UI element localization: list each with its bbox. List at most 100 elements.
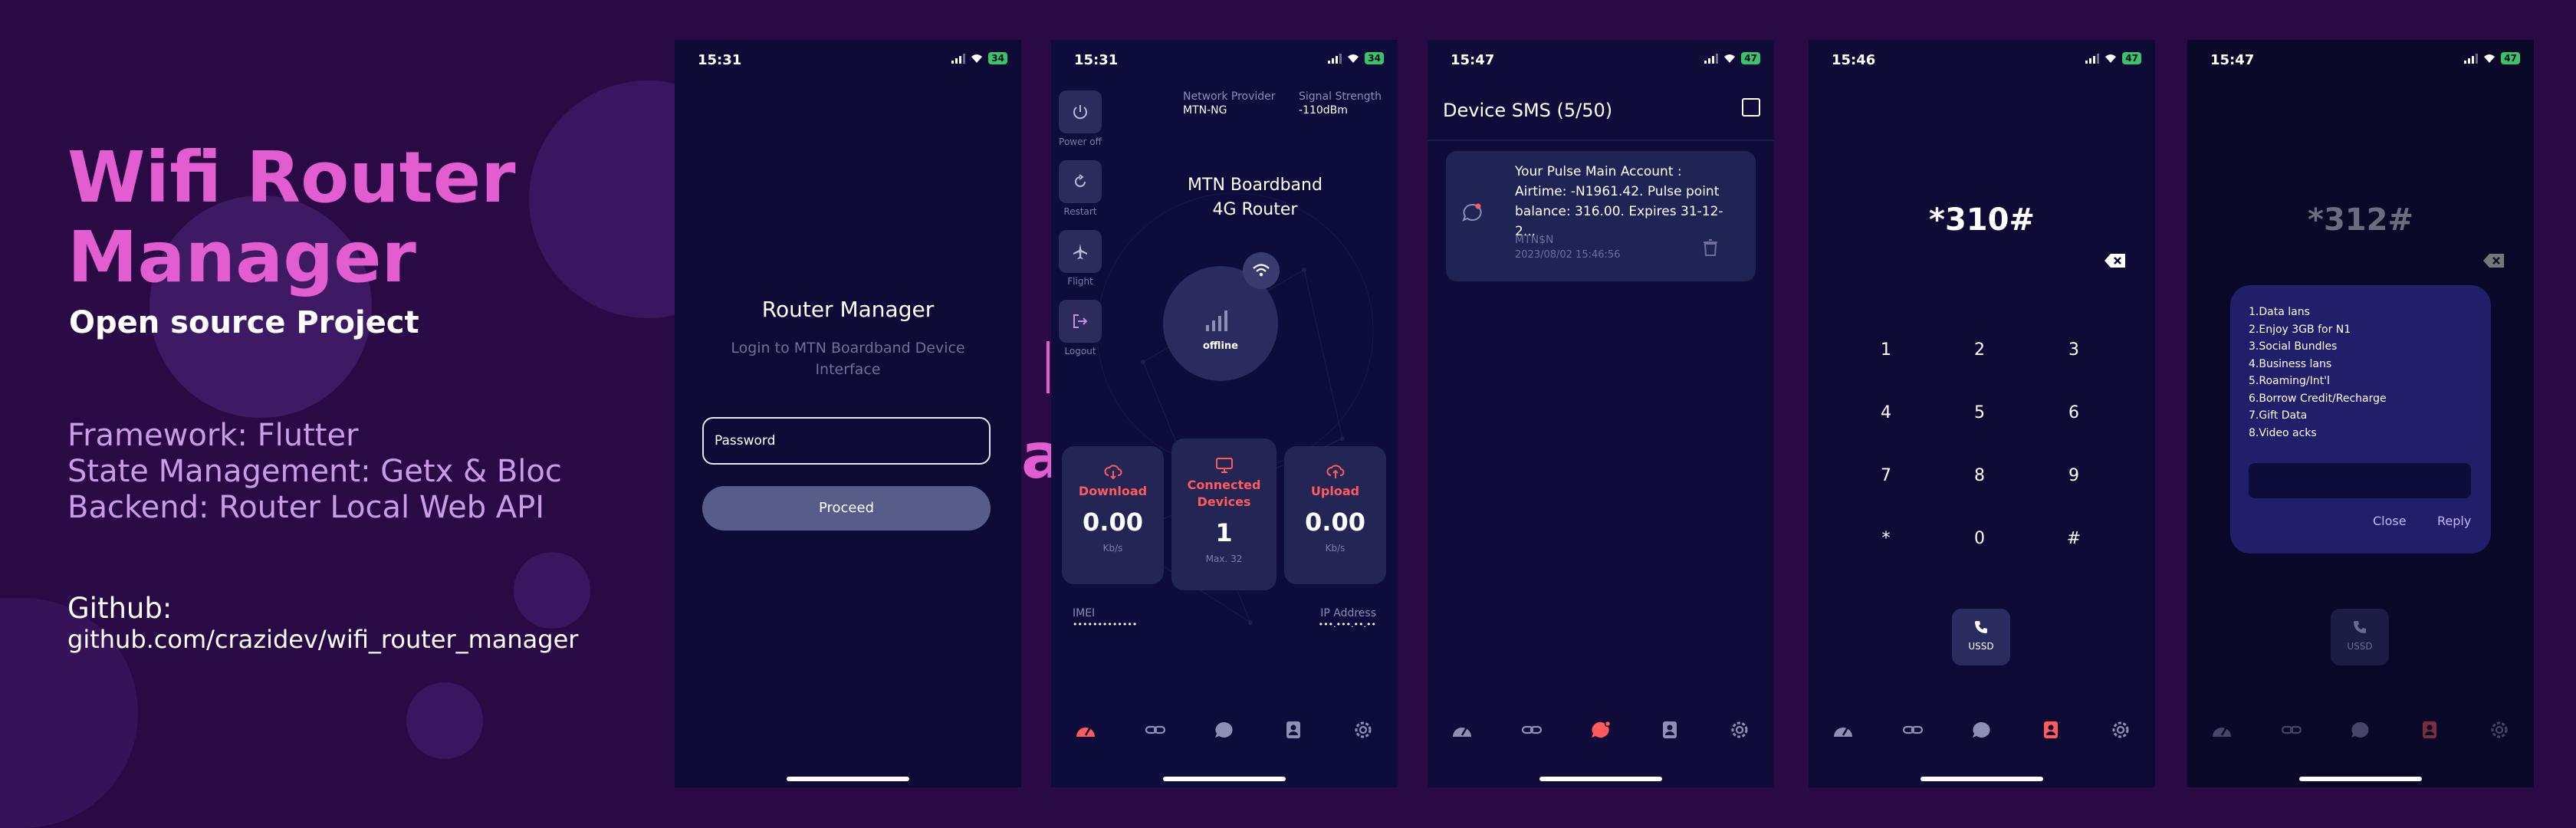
keypad-key-star[interactable]: * (1871, 529, 1901, 548)
home-indicator (1921, 777, 2043, 781)
upload-card: Upload 0.00 Kb/s (1284, 446, 1386, 584)
ussd-menu-item: 8.Video acks (2249, 426, 2317, 439)
keypad-key-9[interactable]: 9 (2058, 466, 2089, 485)
keypad-key-1[interactable]: 1 (1871, 340, 1901, 360)
router-name-line1: MTN Boardband (1188, 176, 1322, 195)
nav-settings-icon[interactable] (2488, 720, 2511, 740)
keypad-key-hash[interactable]: # (2058, 529, 2089, 548)
power-off-control[interactable]: Power off (1059, 90, 1102, 147)
phone-login-screen: 15:31 34 Router Manager Login to MTN Boa… (675, 40, 1021, 787)
power-icon[interactable] (1059, 90, 1102, 133)
keypad-key-8[interactable]: 8 (1964, 466, 1995, 485)
ussd-call-button[interactable]: USSD (1952, 609, 2010, 665)
nav-chat-icon[interactable] (2349, 720, 2372, 740)
router-status: offline (1203, 340, 1238, 352)
proceed-button[interactable]: Proceed (702, 486, 991, 531)
ussd-call-button[interactable]: USSD (2331, 609, 2389, 665)
status-icons: 47 (2085, 52, 2141, 64)
phone-sms-screen: 15:47 47 Device SMS (5/50) Your Pulse Ma… (1428, 40, 1774, 787)
wifi-toggle-button[interactable] (1243, 252, 1280, 289)
router-name: MTN Boardband 4G Router (1143, 173, 1367, 222)
signal-label: Signal Strength (1299, 90, 1382, 103)
monitor-icon (1215, 458, 1233, 473)
stray-bar (1046, 341, 1050, 393)
battery-icon: 47 (2122, 52, 2141, 64)
wifi-icon (1348, 54, 1359, 63)
signal-icon (951, 53, 966, 64)
phone-icon (1975, 621, 1987, 633)
password-field[interactable]: Password (702, 417, 991, 465)
status-time: 15:47 (1451, 52, 1495, 68)
phone-ussd-dialer-screen: 15:46 47 *310# 1 2 3 4 5 6 7 8 9 * 0 # U… (1809, 40, 2155, 787)
bottom-nav (2187, 711, 2534, 749)
bottom-nav (1428, 711, 1774, 749)
nav-dashboard-icon[interactable] (1832, 720, 1855, 740)
restart-icon[interactable] (1059, 160, 1102, 203)
wifi-icon (2105, 54, 2117, 63)
ip-value: •••.•••.••.•• (1318, 619, 1376, 629)
sms-title: Device SMS (5/50) (1443, 100, 1613, 121)
nav-chat-icon[interactable] (1213, 720, 1236, 740)
nav-contacts-icon[interactable] (1282, 720, 1305, 740)
battery-icon: 34 (988, 52, 1007, 64)
nav-settings-icon[interactable] (2109, 720, 2132, 740)
airplane-icon[interactable] (1059, 230, 1102, 273)
connected-value: 1 (1215, 518, 1233, 547)
select-all-checkbox[interactable] (1742, 98, 1760, 117)
reply-button[interactable]: Reply (2437, 514, 2471, 528)
nav-link-icon[interactable] (1901, 720, 1924, 740)
connected-label-line1: Connected (1187, 478, 1261, 492)
signal-icon (1328, 53, 1342, 64)
nav-settings-icon[interactable] (1352, 720, 1375, 740)
home-indicator (2299, 777, 2422, 781)
keypad-key-0[interactable]: 0 (1964, 529, 1995, 548)
download-value: 0.00 (1083, 508, 1143, 537)
nav-contacts-icon[interactable] (2039, 720, 2062, 740)
connected-label: Connected Devices (1171, 477, 1276, 511)
keypad-key-4[interactable]: 4 (1871, 403, 1901, 422)
ussd-reply-input[interactable] (2249, 463, 2471, 498)
status-time: 15:47 (2210, 52, 2255, 68)
sms-item[interactable]: Your Pulse Main Account : Airtime: -N196… (1446, 151, 1756, 281)
signal-icon (1704, 53, 1719, 64)
keypad-key-6[interactable]: 6 (2058, 403, 2089, 422)
nav-contacts-icon[interactable] (1658, 720, 1681, 740)
power-off-label: Power off (1059, 136, 1102, 147)
flight-control[interactable]: Flight (1059, 230, 1102, 287)
keypad-key-2[interactable]: 2 (1964, 340, 1995, 360)
ussd-menu-item: 2.Enjoy 3GB for N1 (2249, 323, 2351, 336)
nav-link-icon[interactable] (1520, 720, 1543, 740)
keypad-key-5[interactable]: 5 (1964, 403, 1995, 422)
header-divider (1428, 140, 1774, 141)
logout-control[interactable]: Logout (1059, 300, 1102, 356)
nav-link-icon[interactable] (2280, 720, 2303, 740)
github-link[interactable]: github.com/crazidev/wifi_router_manager (67, 625, 578, 654)
ussd-menu-item: 5.Roaming/Int'l (2249, 375, 2330, 387)
backspace-icon[interactable] (2104, 252, 2127, 269)
nav-contacts-icon[interactable] (2418, 720, 2441, 740)
nav-settings-icon[interactable] (1728, 720, 1751, 740)
keypad-key-7[interactable]: 7 (1871, 466, 1901, 485)
connected-devices-card[interactable]: Connected Devices 1 Max. 32 (1171, 439, 1276, 590)
wifi-icon (2484, 54, 2496, 63)
sms-date: 2023/08/02 15:46:56 (1515, 249, 1621, 261)
backspace-icon[interactable] (2482, 252, 2505, 269)
phone-dashboard-screen: 15:31 34 Network Provider MTN-NG Signal … (1051, 40, 1398, 787)
nav-chat-icon[interactable] (1589, 720, 1612, 740)
nav-dashboard-icon[interactable] (1451, 720, 1474, 740)
nav-dashboard-icon[interactable] (1074, 720, 1097, 740)
provider-value: MTN-NG (1183, 104, 1227, 117)
cloud-download-icon (1103, 465, 1122, 480)
close-button[interactable]: Close (2373, 514, 2407, 528)
upload-label: Upload (1310, 484, 1360, 498)
connected-max: Max. 32 (1205, 554, 1243, 564)
github-label: Github: (67, 592, 172, 625)
keypad-key-3[interactable]: 3 (2058, 340, 2089, 360)
nav-dashboard-icon[interactable] (2210, 720, 2233, 740)
phone-ussd-response-screen: 15:47 47 *312# 1.Data lans 2.Enjoy 3GB f… (2187, 40, 2534, 787)
logout-icon[interactable] (1059, 300, 1102, 343)
nav-chat-icon[interactable] (1970, 720, 1993, 740)
delete-icon[interactable] (1702, 238, 1719, 257)
restart-control[interactable]: Restart (1059, 160, 1102, 217)
nav-link-icon[interactable] (1144, 720, 1167, 740)
